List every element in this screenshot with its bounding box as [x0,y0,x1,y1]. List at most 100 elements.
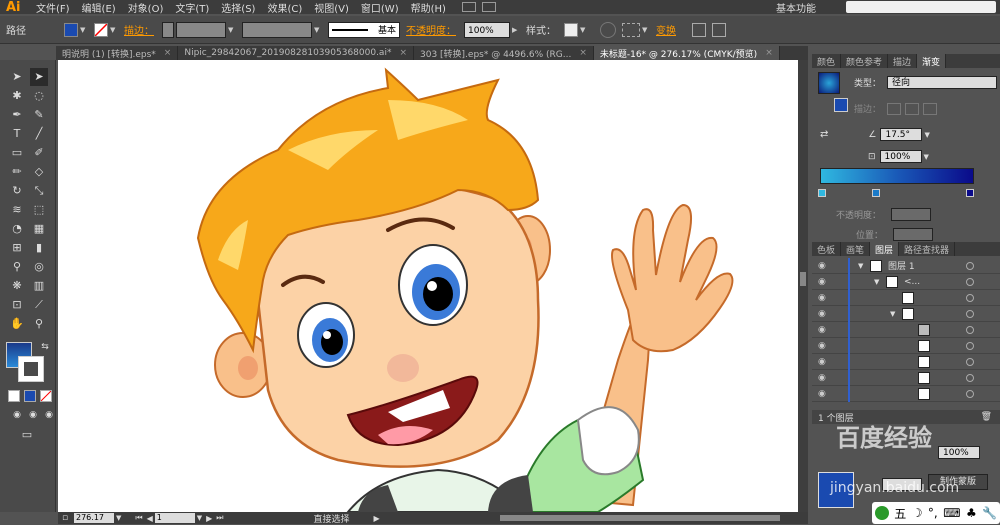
eye-icon[interactable]: ◉ [818,357,826,367]
align-icon[interactable] [622,22,640,37]
eye-icon[interactable]: ◉ [818,373,826,383]
color-mode-icon[interactable] [8,390,20,402]
close-icon[interactable]: × [164,48,172,58]
target-icon[interactable] [966,389,974,398]
brush-definition[interactable]: 基本 [328,21,400,38]
hand-tool-icon[interactable]: ✋ [8,315,26,333]
scroll-thumb[interactable] [800,272,806,286]
tab-color[interactable]: 颜色 [812,54,842,68]
fill-stroke-toggle[interactable] [834,98,848,112]
gradient-preview-swatch[interactable] [818,72,840,94]
chevron-down-icon[interactable]: ▼ [116,514,121,522]
skin-icon[interactable]: ♣ [966,506,977,520]
blend-tool-icon[interactable]: ◎ [30,258,48,276]
layer-row[interactable]: ◉ ▼ [812,305,1000,322]
layer-row[interactable]: ◉ [812,289,1000,306]
direct-selection-tool-icon[interactable]: ➤ [30,68,48,86]
vertical-scrollbar[interactable] [798,60,808,512]
moon-icon[interactable]: ☽ [912,506,923,520]
chevron-down-icon[interactable]: ▼ [924,131,929,139]
prev-artboard-icon[interactable]: ◀ [147,514,153,523]
selection-tool-icon[interactable]: ➤ [8,68,26,86]
tab-swatches[interactable]: 色板 [812,242,842,256]
chevron-down-icon[interactable]: ▼ [924,153,929,161]
screen-mode-icon[interactable]: ▭ [18,426,36,444]
menu-window[interactable]: 窗口(W) [355,0,405,15]
menu-view[interactable]: 视图(V) [308,0,355,15]
eye-icon[interactable]: ◉ [818,261,826,271]
chevron-down-icon[interactable]: ▼ [580,23,588,37]
zoom-tool-icon[interactable]: ⚲ [30,315,48,333]
paintbrush-tool-icon[interactable]: ✐ [30,144,48,162]
eye-icon[interactable]: ◉ [818,389,826,399]
menu-help[interactable]: 帮助(H) [405,0,452,15]
last-artboard-icon[interactable]: ⏭ [216,513,223,523]
tab-gradient[interactable]: 渐变 [917,54,947,68]
stop-location-input[interactable] [893,228,934,241]
stroke-weight-input[interactable] [176,21,226,38]
layer-name[interactable]: 图层 1 [888,259,915,272]
tab-color-guide[interactable]: 颜色参考 [841,54,889,68]
bridge-icon[interactable] [461,2,476,12]
chevron-right-icon[interactable]: ▶ [374,514,380,523]
tab-pathfinder[interactable]: 路径查找器 [899,242,956,256]
perspective-grid-tool-icon[interactable]: ▦ [30,220,48,238]
stop-opacity-input[interactable] [891,208,932,221]
arrange-documents-icon[interactable] [481,2,496,12]
column-graph-tool-icon[interactable]: ▥ [30,277,48,295]
aspect-ratio-input[interactable]: 100% [879,150,922,163]
tab-brushes[interactable]: 画笔 [841,242,871,256]
target-icon[interactable] [966,261,974,270]
rectangle-tool-icon[interactable]: ▭ [8,144,26,162]
opacity-label[interactable]: 不透明度： [406,22,456,37]
close-icon[interactable]: × [399,48,407,58]
gradient-stop-end[interactable] [966,189,974,197]
draw-inside-icon[interactable]: ◉ [40,406,58,424]
none-mode-icon[interactable] [40,390,52,402]
transparency-opacity-input[interactable]: 100% [938,446,980,459]
gradient-type-select[interactable]: 径向 [887,76,998,89]
target-icon[interactable] [966,325,974,334]
delete-layer-icon[interactable]: 🗑 [981,412,992,422]
tab-stroke[interactable]: 描边 [888,54,918,68]
doc-tab-2[interactable]: 303 [转换].eps* @ 4496.6% (RG... × [414,46,594,60]
layer-row[interactable]: ◉ ▼ 图层 1 [812,257,1000,274]
menu-effect[interactable]: 效果(C) [261,0,308,15]
pencil-tool-icon[interactable]: ✏ [8,163,26,181]
eraser-tool-icon[interactable]: ◇ [30,163,48,181]
close-icon[interactable]: × [579,48,587,58]
slice-tool-icon[interactable]: ⟋ [30,296,48,314]
stroke-swatch[interactable] [18,356,44,382]
punctuation-icon[interactable]: °, [928,506,938,520]
panel-menu-icon[interactable] [712,22,726,37]
status-text[interactable]: 直接选择 [314,512,350,525]
stroke-gradient-icon[interactable] [905,102,920,115]
search-input[interactable] [846,1,996,13]
eye-icon[interactable]: ◉ [818,309,826,319]
chevron-down-icon[interactable]: ▼ [858,262,863,270]
graphic-style-swatch[interactable] [564,22,578,37]
doc-tab-3[interactable]: 未标题-16* @ 276.17% (CMYK/预览) × [593,46,780,60]
free-transform-tool-icon[interactable]: ⬚ [30,201,48,219]
scale-tool-icon[interactable]: ⤡ [30,182,48,200]
chevron-down-icon[interactable]: ▼ [890,310,895,318]
eye-icon[interactable]: ◉ [818,325,826,335]
width-tool-icon[interactable]: ≋ [8,201,26,219]
target-icon[interactable] [966,277,974,286]
gradient-slider[interactable] [820,168,974,184]
chevron-down-icon[interactable]: ▼ [874,278,879,286]
stroke-color-swatch[interactable] [94,22,108,37]
ime-toolbar[interactable]: 五 ☽ °, ⌨ ♣ 🔧 [872,502,1000,524]
target-icon[interactable] [966,357,974,366]
eye-icon[interactable]: ◉ [818,277,826,287]
layer-row[interactable]: ◉ [812,385,1000,402]
mesh-tool-icon[interactable]: ⊞ [8,239,26,257]
isolate-icon[interactable] [692,22,706,37]
artboard-canvas[interactable] [58,60,798,512]
workspace-switcher[interactable]: 基本功能 [776,0,816,15]
layer-row[interactable]: ◉ [812,321,1000,338]
shape-builder-tool-icon[interactable]: ◔ [8,220,26,238]
menu-select[interactable]: 选择(S) [215,0,261,15]
symbol-sprayer-tool-icon[interactable]: ❋ [8,277,26,295]
chevron-down-icon[interactable]: ▼ [314,23,322,37]
